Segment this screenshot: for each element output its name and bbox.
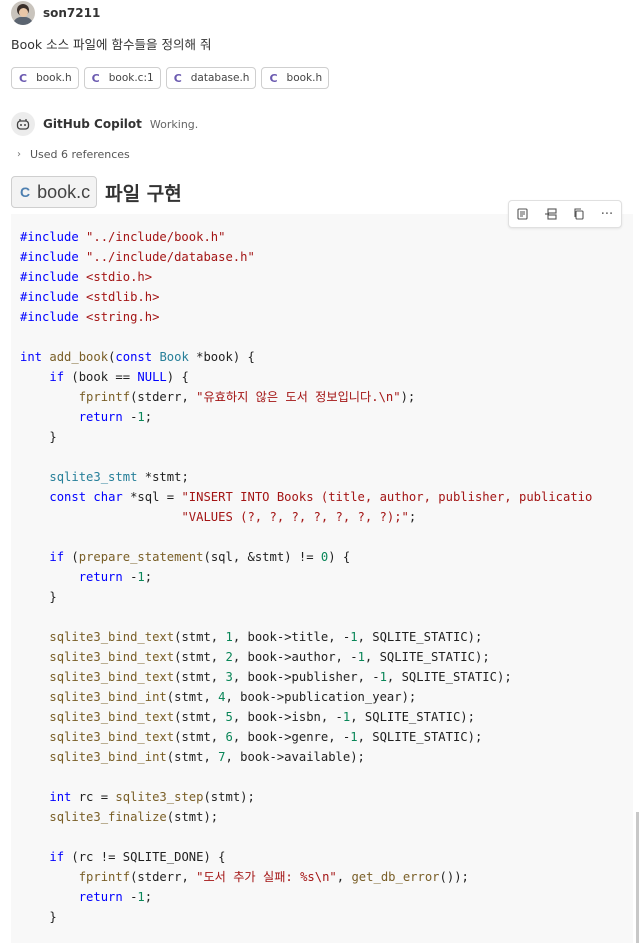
code-line: #include <stdio.h> [20, 270, 153, 284]
reference-chips: C book.h C book.c:1 C database.h C book.… [11, 67, 330, 89]
used-references-label: Used 6 references [30, 148, 130, 161]
reference-label: database.h [190, 72, 250, 84]
code-line: return -1; [78, 890, 153, 904]
code-line: int rc = sqlite3_step(stmt); [49, 790, 255, 804]
assistant-status: Working. [149, 117, 199, 131]
code-block-toolbar: ··· [508, 200, 622, 228]
code-line: sqlite3_bind_text(stmt, 2, book->author,… [49, 650, 490, 664]
user-prompt: Book 소스 파일에 함수들을 정의해 줘 [11, 37, 212, 52]
code-line: sqlite3_bind_text(stmt, 3, book->publish… [49, 670, 512, 684]
code-line: sqlite3_bind_text(stmt, 6, book->genre, … [49, 730, 483, 744]
code-line: const char *sql = "INSERT INTO Books (ti… [49, 490, 593, 504]
code-line: if (rc != SQLITE_DONE) { [49, 850, 226, 864]
code-line: fprintf(stderr, "유효하지 않은 도서 정보입니다.\n"); [78, 390, 416, 404]
c-file-icon: C [91, 71, 100, 85]
user-avatar [11, 1, 35, 25]
user-header: son7211 [11, 1, 101, 25]
copilot-icon [11, 112, 35, 136]
used-references-toggle[interactable]: › Used 6 references [17, 148, 130, 161]
code-line: int add_book(const Book *book) { [20, 350, 255, 364]
chevron-right-icon: › [17, 149, 21, 160]
code-line: } [20, 430, 57, 444]
reference-chip[interactable]: C database.h [165, 67, 257, 89]
code-content: #include "../include/book.h" #include ".… [11, 214, 633, 927]
apply-in-editor-icon[interactable] [513, 204, 533, 224]
reference-chip[interactable]: C book.c:1 [83, 67, 161, 89]
code-line: sqlite3_bind_int(stmt, 4, book->publicat… [49, 690, 417, 704]
reference-chip[interactable]: C book.h [11, 67, 79, 89]
code-line: return -1; [78, 410, 153, 424]
code-line: sqlite3_bind_text(stmt, 5, book->isbn, -… [49, 710, 475, 724]
c-file-icon: C [19, 71, 28, 85]
code-line: } [20, 910, 57, 924]
more-actions-icon[interactable]: ··· [597, 204, 617, 224]
file-reference-chip[interactable]: C book.c [11, 176, 98, 208]
code-line: sqlite3_stmt *stmt; [49, 470, 189, 484]
insert-at-cursor-icon[interactable] [541, 204, 561, 224]
code-line: #include <stdlib.h> [20, 290, 160, 304]
code-block: #include "../include/book.h" #include ".… [11, 214, 633, 943]
code-line: return -1; [78, 570, 153, 584]
vertical-scrollbar[interactable] [636, 812, 639, 943]
assistant-header: GitHub Copilot Working. [11, 112, 198, 136]
c-file-icon: C [269, 71, 278, 85]
copy-icon[interactable] [569, 204, 589, 224]
code-line: #include <string.h> [20, 310, 160, 324]
code-line: "VALUES (?, ?, ?, ?, ?, ?, ?);"; [181, 510, 417, 524]
code-line: #include "../include/database.h" [20, 250, 255, 264]
code-line: if (prepare_statement(sql, &stmt) != 0) … [49, 550, 351, 564]
file-name: book.c [37, 181, 91, 202]
reference-label: book.h [36, 72, 72, 84]
heading-title: 파일 구현 [105, 182, 182, 205]
reference-label: book.h [286, 72, 323, 84]
code-line: #include "../include/book.h" [20, 230, 226, 244]
code-line: } [20, 590, 57, 604]
reference-label: book.c:1 [108, 72, 154, 84]
c-file-icon: C [173, 71, 182, 85]
code-line: fprintf(stderr, "도서 추가 실패: %s\n", get_db… [78, 870, 469, 884]
code-line: sqlite3_finalize(stmt); [49, 810, 219, 824]
username: son7211 [43, 6, 101, 20]
code-line: if (book == NULL) { [49, 370, 189, 384]
response-heading: C book.c 파일 구현 [11, 176, 182, 208]
assistant-name: GitHub Copilot [43, 117, 142, 131]
code-line: sqlite3_bind_int(stmt, 7, book->availabl… [49, 750, 365, 764]
reference-chip[interactable]: C book.h [261, 67, 330, 89]
c-file-icon: C [20, 184, 31, 200]
code-line: sqlite3_bind_text(stmt, 1, book->title, … [49, 630, 483, 644]
